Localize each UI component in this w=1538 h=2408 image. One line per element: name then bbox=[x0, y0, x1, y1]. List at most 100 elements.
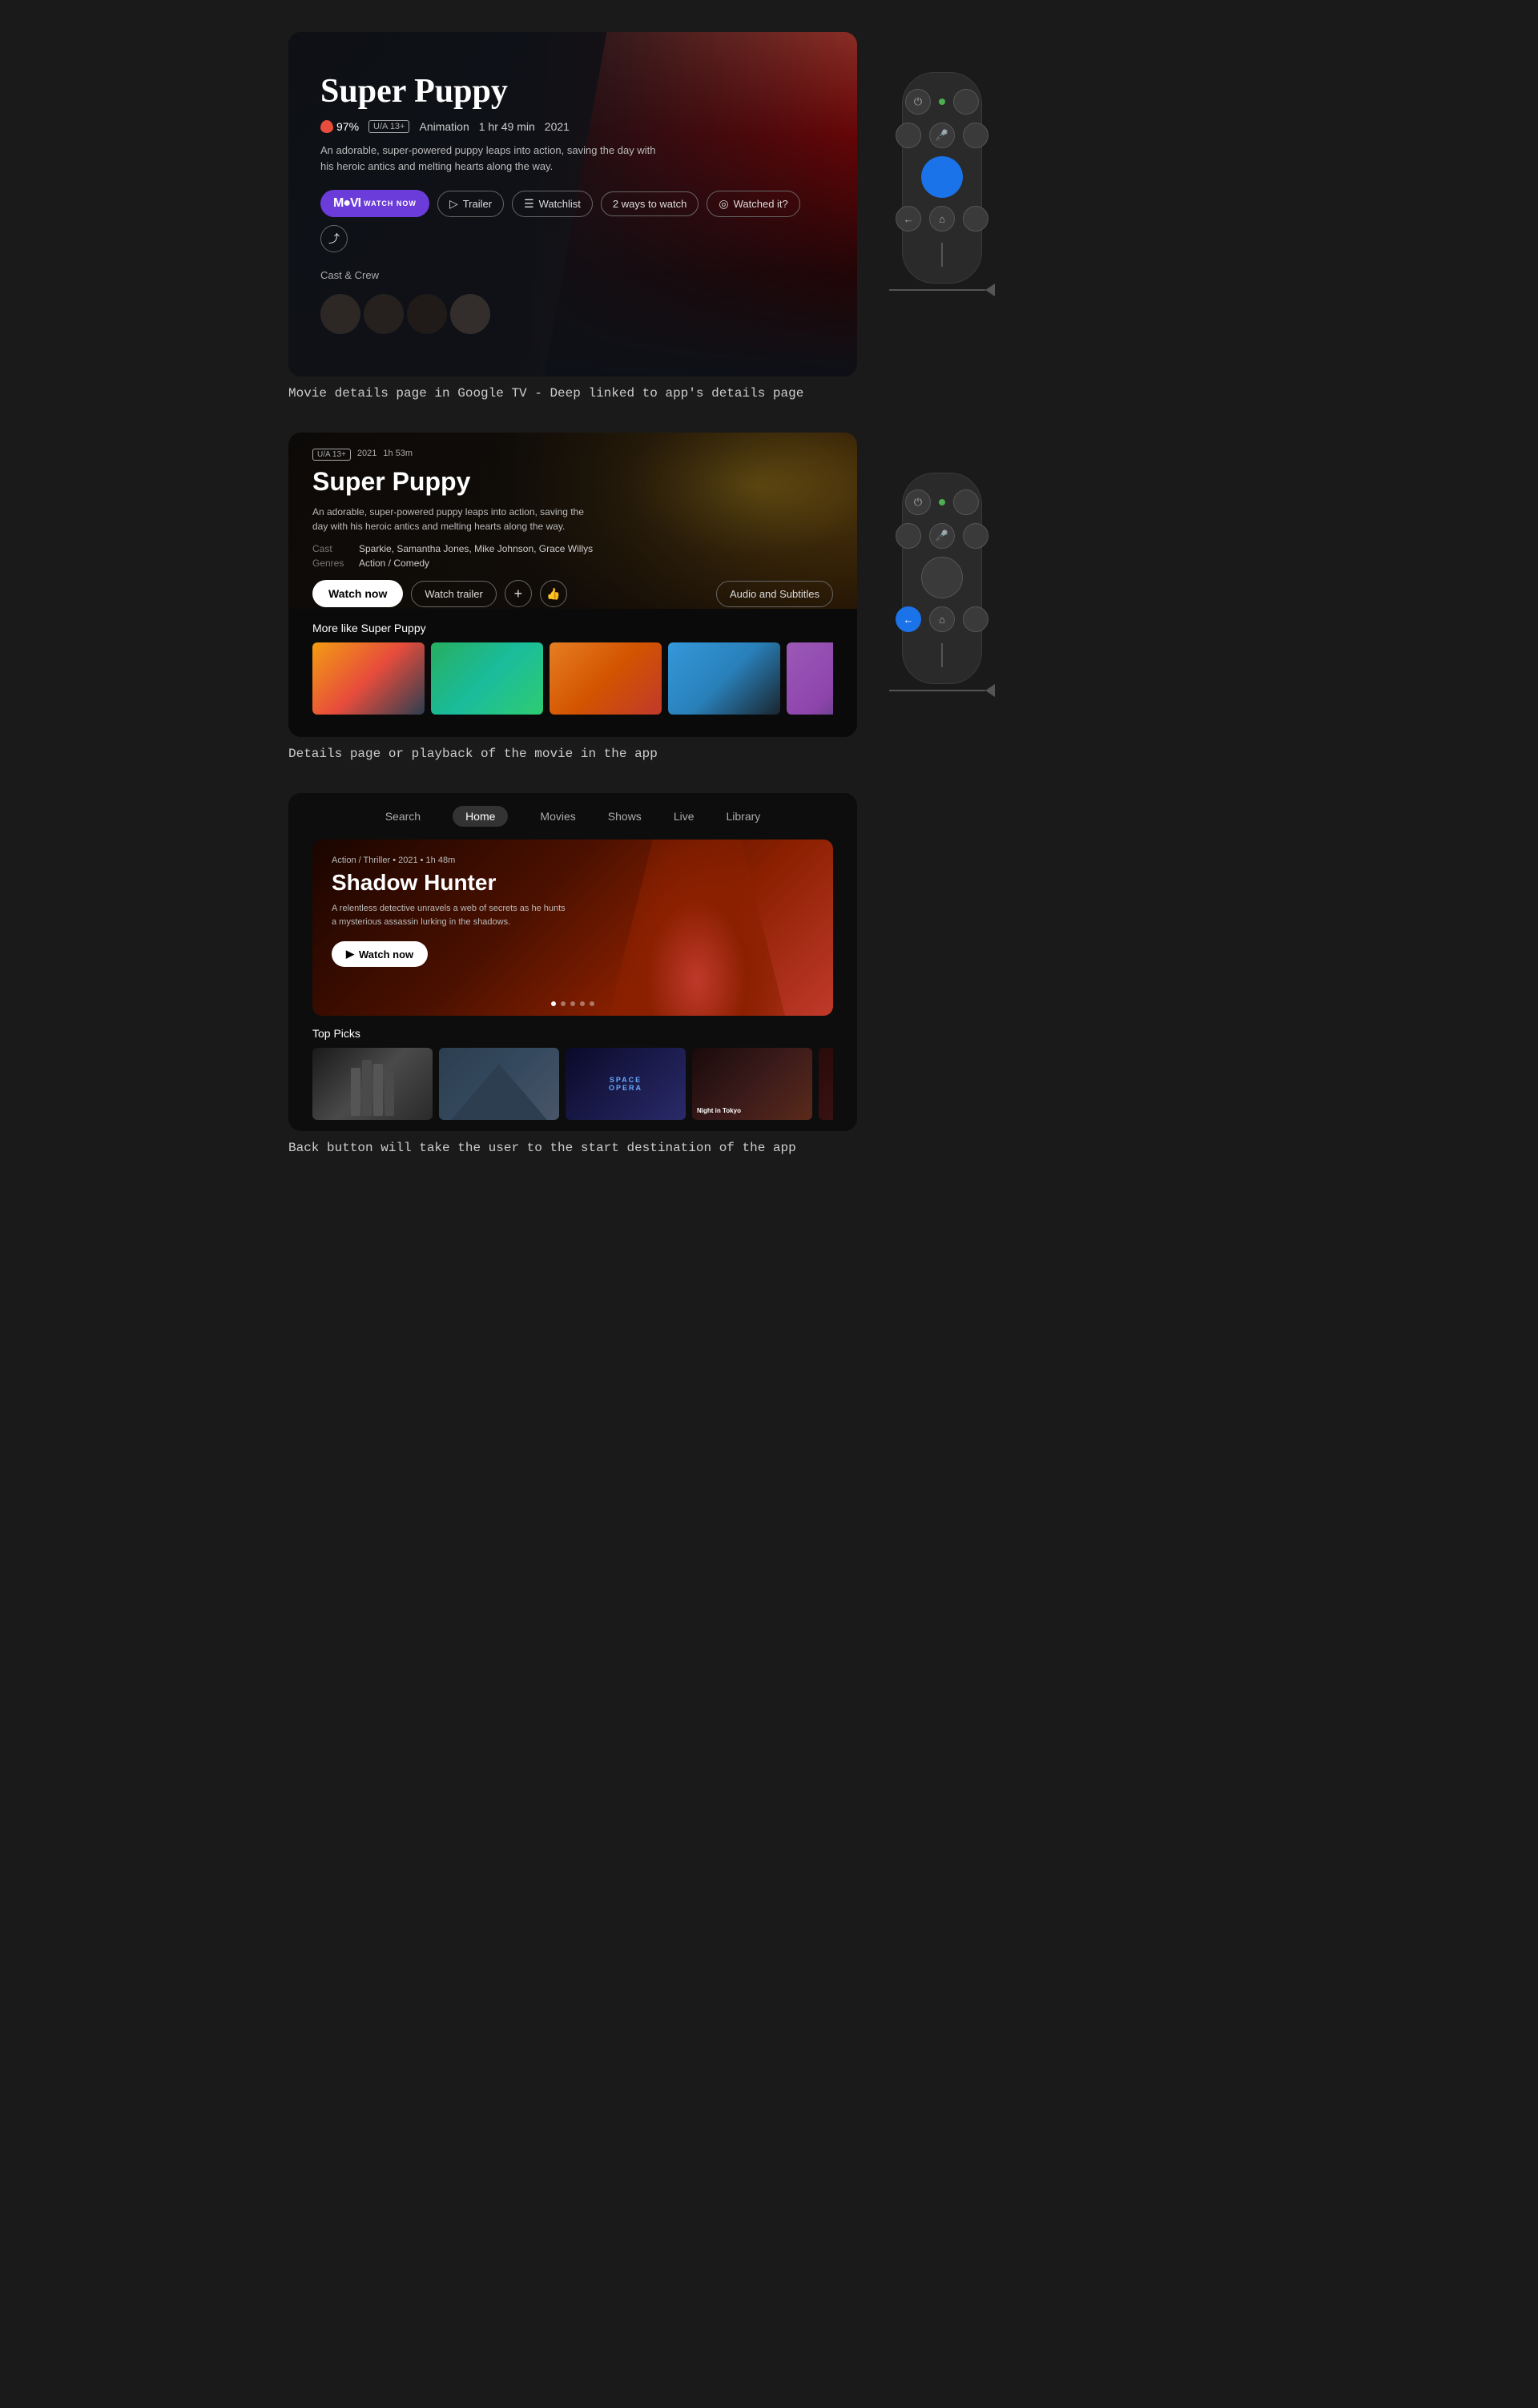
circle-button-4[interactable] bbox=[953, 489, 979, 515]
thumb-1-inner bbox=[312, 642, 425, 715]
cast-crew-link[interactable]: Cast & Crew bbox=[320, 269, 379, 281]
remote2: ⏻ 🎤 bbox=[902, 473, 982, 684]
picks-row: SPACEOPERA Night in Tokyo ON bbox=[312, 1048, 833, 1120]
power-button-2[interactable]: ⏻ bbox=[905, 489, 931, 515]
watchlist-label: Watchlist bbox=[539, 198, 581, 210]
mic-button-2[interactable]: 🎤 bbox=[929, 523, 955, 549]
remote2-col: ⏻ 🎤 bbox=[889, 433, 995, 697]
hero-genre: Action / Thriller • 2021 • 1h 48m bbox=[332, 856, 814, 865]
back-button-2[interactable]: ← bbox=[896, 606, 921, 632]
pick-2[interactable] bbox=[439, 1048, 559, 1120]
unknown-button-2[interactable] bbox=[896, 523, 921, 549]
screen1-content: Super Puppy 97% U/A 13+ Animation 1 hr 4… bbox=[288, 32, 857, 350]
hero-watch-label: Watch now bbox=[359, 948, 413, 960]
share-button[interactable]: ⤴ bbox=[320, 225, 348, 252]
cast-thumbnails bbox=[320, 294, 825, 334]
audio-subtitles-button[interactable]: Audio and Subtitles bbox=[716, 581, 833, 607]
pick-3[interactable]: SPACEOPERA bbox=[566, 1048, 686, 1120]
plus-icon: + bbox=[514, 586, 523, 602]
pick-4[interactable]: Night in Tokyo bbox=[692, 1048, 812, 1120]
ways-to-watch-button[interactable]: 2 ways to watch bbox=[601, 191, 699, 216]
back-icon-2: ← bbox=[904, 614, 914, 626]
thumb-3 bbox=[550, 642, 662, 715]
mic-button[interactable]: 🎤 bbox=[929, 123, 955, 148]
pick-1-silhouettes bbox=[351, 1052, 394, 1116]
dot-2[interactable] bbox=[561, 1001, 566, 1006]
nav-library[interactable]: Library bbox=[727, 810, 761, 823]
power-icon: ⏻ bbox=[914, 95, 922, 108]
dot-1[interactable] bbox=[551, 1001, 556, 1006]
section3-row: Search Home Movies Shows Live Library bbox=[288, 793, 1250, 1179]
trailer-button[interactable]: ▷ Trailer bbox=[437, 191, 504, 217]
watchlist-button[interactable]: ☰ Watchlist bbox=[512, 191, 593, 217]
pick-3-inner: SPACEOPERA bbox=[566, 1048, 686, 1120]
carousel-dots bbox=[551, 1001, 594, 1006]
circle-button-1[interactable] bbox=[953, 89, 979, 115]
circle-button-5[interactable] bbox=[963, 523, 988, 549]
remote2-top-row: ⏻ bbox=[905, 489, 979, 515]
screen2-panel: U/A 13+ 2021 1h 53m Super Puppy An adora… bbox=[288, 433, 857, 737]
rating-badge: U/A 13+ bbox=[368, 120, 409, 133]
top-picks-title: Top Picks bbox=[312, 1027, 833, 1040]
pick-5[interactable]: ON bbox=[819, 1048, 833, 1120]
section2-row: U/A 13+ 2021 1h 53m Super Puppy An adora… bbox=[288, 433, 1250, 785]
center-button-inactive[interactable] bbox=[921, 557, 963, 598]
back-button[interactable]: ← bbox=[896, 206, 921, 232]
connector-line-down bbox=[941, 243, 943, 267]
dot-3[interactable] bbox=[570, 1001, 575, 1006]
pick-1[interactable] bbox=[312, 1048, 433, 1120]
connector-line-down-2 bbox=[941, 643, 943, 667]
home-button[interactable]: ⌂ bbox=[929, 206, 955, 232]
nav-shows[interactable]: Shows bbox=[608, 810, 642, 823]
status-dot bbox=[939, 99, 945, 105]
like-button[interactable]: 👍 bbox=[540, 580, 567, 607]
pick-2-inner bbox=[439, 1048, 559, 1120]
genre-text: Animation bbox=[419, 120, 469, 133]
home-button-2[interactable]: ⌂ bbox=[929, 606, 955, 632]
dot-4[interactable] bbox=[580, 1001, 585, 1006]
meta-row: 97% U/A 13+ Animation 1 hr 49 min 2021 bbox=[320, 120, 825, 133]
watch-trailer-button[interactable]: Watch trailer bbox=[411, 581, 496, 607]
bookmark-icon: ☰ bbox=[524, 197, 534, 211]
play-icon-hero: ▶ bbox=[346, 948, 354, 960]
watched-it-button[interactable]: ◎ Watched it? bbox=[707, 191, 799, 217]
sil-1 bbox=[351, 1068, 360, 1116]
tomato-score: 97% bbox=[320, 120, 359, 133]
nav-movies[interactable]: Movies bbox=[540, 810, 575, 823]
movi-watch-button[interactable]: M●VI WATCH NOW bbox=[320, 190, 429, 217]
circle-button-6[interactable] bbox=[963, 606, 988, 632]
cast-thumb-2 bbox=[364, 294, 404, 334]
watch-now-button[interactable]: Watch now bbox=[312, 580, 403, 607]
thumbs-up-icon: 👍 bbox=[546, 587, 560, 601]
arrow-head-left-2 bbox=[985, 684, 995, 697]
circle-button-2[interactable] bbox=[963, 123, 988, 148]
screen2-desc: An adorable, super-powered puppy leaps i… bbox=[312, 505, 601, 534]
center-button-active[interactable] bbox=[921, 156, 963, 198]
more-like-section: More like Super Puppy bbox=[288, 609, 857, 727]
screen2-title: Super Puppy bbox=[312, 467, 833, 497]
share-icon: ⤴ bbox=[328, 231, 340, 247]
power-icon-2: ⏻ bbox=[914, 496, 922, 509]
nav-search[interactable]: Search bbox=[385, 810, 421, 823]
power-button[interactable]: ⏻ bbox=[905, 89, 931, 115]
trailer-label: Trailer bbox=[463, 198, 492, 210]
space-opera-label: SPACEOPERA bbox=[609, 1076, 642, 1092]
add-to-list-button[interactable]: + bbox=[505, 580, 532, 607]
sil-3 bbox=[373, 1064, 383, 1116]
hero-title: Shadow Hunter bbox=[332, 870, 814, 896]
pick-1-inner bbox=[312, 1048, 433, 1120]
nav-home[interactable]: Home bbox=[453, 806, 508, 827]
dot-5[interactable] bbox=[590, 1001, 594, 1006]
nav-live[interactable]: Live bbox=[674, 810, 695, 823]
home-icon-2: ⌂ bbox=[939, 614, 945, 626]
mic-icon-2: 🎤 bbox=[936, 530, 948, 542]
screen2-hero: U/A 13+ 2021 1h 53m Super Puppy An adora… bbox=[288, 433, 857, 609]
thumb-1 bbox=[312, 642, 425, 715]
movi-sub: WATCH NOW bbox=[364, 199, 417, 207]
main-container: Super Puppy 97% U/A 13+ Animation 1 hr 4… bbox=[0, 32, 1538, 1187]
circle-button-3[interactable] bbox=[963, 206, 988, 232]
ways-to-watch-label: 2 ways to watch bbox=[613, 198, 687, 210]
hero-watch-now-button[interactable]: ▶ Watch now bbox=[332, 941, 428, 967]
arrow-h-line bbox=[889, 289, 985, 291]
unknown-button-1[interactable] bbox=[896, 123, 921, 148]
